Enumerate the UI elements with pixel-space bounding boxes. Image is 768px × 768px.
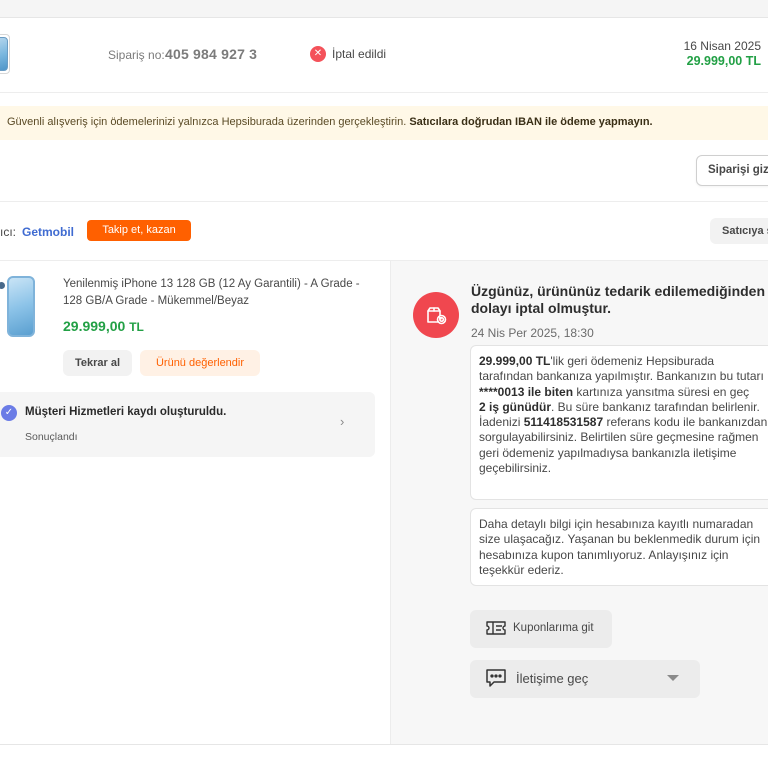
- order-number-label: Sipariş no:: [108, 48, 165, 62]
- hide-order-button[interactable]: Siparişi gizl: [696, 155, 768, 186]
- ticket-status: Sonuçlandı: [25, 431, 78, 443]
- ticket-title: Müşteri Hizmetleri kaydı oluşturuldu.: [25, 406, 227, 418]
- chevron-right-icon[interactable]: ›: [340, 414, 344, 429]
- check-icon: ✓: [1, 405, 17, 421]
- cancellation-heading: Üzgünüz, ürününüz tedarik edilemediğinde…: [471, 283, 766, 316]
- cancelled-icon: ✕: [310, 46, 326, 62]
- divider: [0, 201, 768, 202]
- ask-seller-button[interactable]: Satıcıya s: [710, 218, 768, 244]
- seller-name-link[interactable]: Getmobil: [22, 225, 74, 239]
- security-warning-text: Güvenli alışveriş için ödemelerinizi yal…: [7, 116, 653, 128]
- order-number: 405 984 927 3: [165, 46, 258, 62]
- seller-label: ıcı:: [0, 225, 17, 239]
- divider: [0, 92, 768, 93]
- product-price: 29.999,00 TL: [63, 318, 144, 334]
- follow-seller-button[interactable]: Takip et, kazan: [87, 220, 191, 241]
- order-product-thumbnail[interactable]: [0, 34, 10, 74]
- reorder-button[interactable]: Tekrar al: [63, 350, 132, 376]
- chevron-down-icon[interactable]: [667, 675, 679, 681]
- order-status: İptal edildi: [332, 47, 387, 61]
- gift-ticket-icon: [485, 619, 507, 637]
- divider: [0, 744, 768, 745]
- top-strip: [0, 0, 768, 18]
- go-to-coupons-label[interactable]: Kuponlarıma git: [513, 622, 594, 634]
- refund-box-icon: [413, 292, 459, 338]
- chat-icon: [485, 667, 507, 689]
- cancellation-date: 24 Nis Per 2025, 18:30: [471, 326, 594, 340]
- order-total: 29.999,00 TL: [686, 54, 761, 68]
- product-title[interactable]: Yenilenmiş iPhone 13 128 GB (12 Ay Garan…: [63, 276, 379, 310]
- order-date: 16 Nisan 2025: [683, 39, 761, 53]
- product-image[interactable]: [0, 274, 42, 340]
- review-product-button[interactable]: Ürünü değerlendir: [140, 350, 260, 376]
- security-warning-bold: Satıcılara doğrudan IBAN ile ödeme yapma…: [409, 116, 653, 128]
- contact-label[interactable]: İletişime geç: [516, 671, 588, 686]
- refund-message-box: 29.999,00 TL'lik geri ödemeniz Hepsibura…: [470, 345, 768, 500]
- customer-service-ticket-card[interactable]: [0, 392, 375, 457]
- coupon-message-box: Daha detaylı bilgi için hesabınıza kayıt…: [470, 508, 768, 586]
